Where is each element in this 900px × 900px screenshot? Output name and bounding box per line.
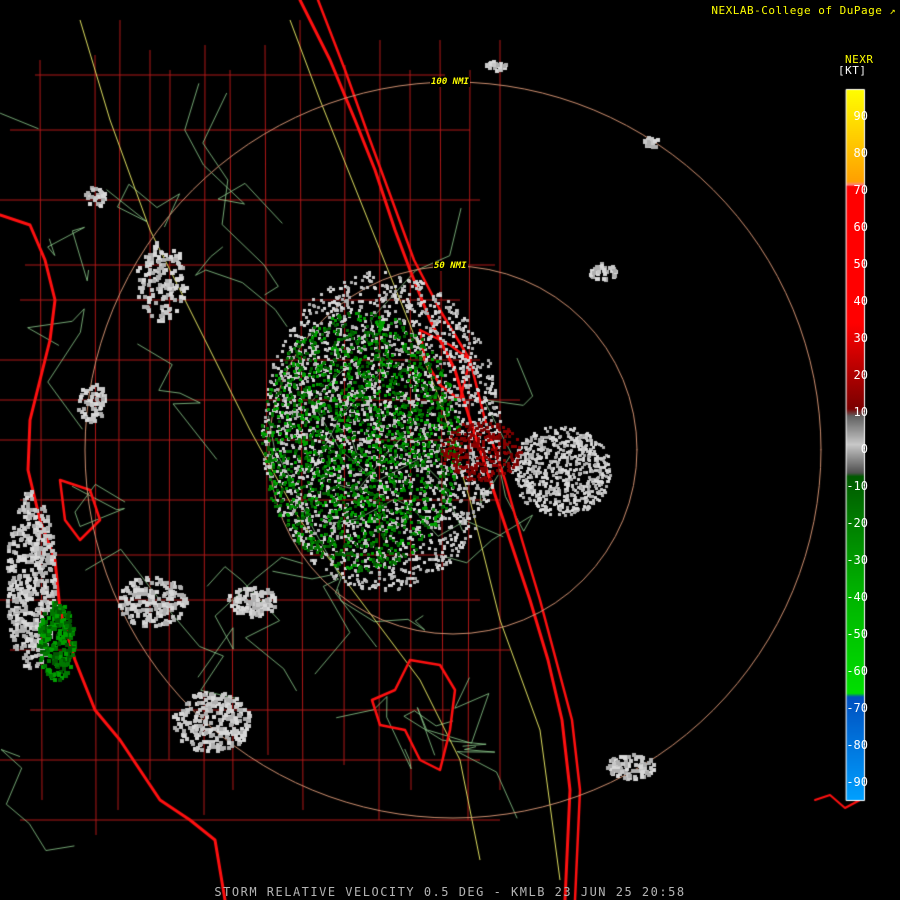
legend-tick: 60	[853, 220, 868, 234]
legend-tick: 90	[853, 109, 868, 123]
external-link-icon[interactable]: ↗	[889, 6, 896, 17]
legend-tick: 70	[853, 183, 868, 197]
legend-tick: -70	[846, 701, 868, 715]
legend-tick: -30	[846, 553, 868, 567]
credit-label: NEXLAB-College of DuPage ↗	[711, 4, 896, 17]
legend-tick: 80	[853, 146, 868, 160]
unit-label: [KT]	[838, 64, 867, 77]
ring-label-100: 100 NMI	[430, 77, 470, 87]
legend-tick: -50	[846, 627, 868, 641]
legend-tick: -60	[846, 664, 868, 678]
legend-tick: -40	[846, 590, 868, 604]
legend-tick: 20	[853, 368, 868, 382]
product-caption: STORM RELATIVE VELOCITY 0.5 DEG - KMLB 2…	[214, 885, 686, 899]
legend-tick: -90	[846, 775, 868, 789]
legend-tick: -20	[846, 516, 868, 530]
legend-tick: -10	[846, 479, 868, 493]
radar-map[interactable]	[0, 0, 900, 900]
legend-tick: 30	[853, 331, 868, 345]
legend-tick: -80	[846, 738, 868, 752]
legend-tick: 50	[853, 257, 868, 271]
legend-tick: 0	[860, 442, 868, 456]
legend-tick: 40	[853, 294, 868, 308]
legend-tick: 10	[853, 405, 868, 419]
ring-label-50: 50 NMI	[433, 261, 468, 271]
